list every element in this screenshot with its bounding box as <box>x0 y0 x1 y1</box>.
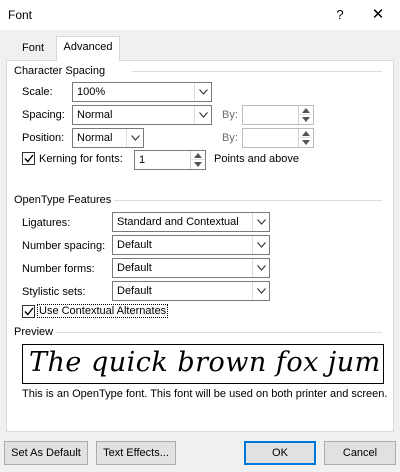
stylistic-sets-select[interactable]: Default <box>112 281 270 301</box>
preview-heading: Preview <box>14 326 54 338</box>
checkmark-icon <box>24 307 34 316</box>
text-effects-button[interactable]: Text Effects... <box>96 441 176 465</box>
kerning-size-input[interactable]: 1 <box>134 150 206 170</box>
position-select[interactable]: Normal <box>72 128 144 148</box>
contextual-alternates-checkbox[interactable] <box>22 305 35 318</box>
scale-select[interactable]: 100% <box>72 82 212 102</box>
position-value: Normal <box>77 132 113 144</box>
set-as-default-button[interactable]: Set As Default <box>4 441 88 465</box>
stylistic-sets-value: Default <box>117 285 152 297</box>
chevron-down-icon[interactable] <box>252 213 269 231</box>
tab-font-label: Font <box>21 42 44 54</box>
preview-note: This is an OpenType font. This font will… <box>22 388 388 400</box>
spacing-label: Spacing: <box>22 109 65 121</box>
spin-up-icon[interactable] <box>299 129 313 138</box>
spacing-by-label: By: <box>222 109 238 121</box>
ligatures-value: Standard and Contextual <box>117 216 239 228</box>
chevron-down-icon[interactable] <box>252 282 269 300</box>
kerning-spinner[interactable] <box>190 151 205 169</box>
kerning-value: 1 <box>139 154 146 166</box>
number-spacing-value: Default <box>117 239 152 251</box>
chevron-down-icon[interactable] <box>252 259 269 277</box>
tab-font[interactable]: Font <box>8 40 58 60</box>
ok-button[interactable]: OK <box>244 441 316 465</box>
number-spacing-select[interactable]: Default <box>112 235 270 255</box>
preview-box: The quick brown fox jum <box>22 344 384 384</box>
spin-down-icon[interactable] <box>191 160 205 169</box>
position-by-input[interactable] <box>242 128 314 148</box>
number-spacing-label: Number spacing: <box>22 240 106 252</box>
character-spacing-heading: Character Spacing <box>14 65 106 77</box>
kerning-checkbox[interactable] <box>22 152 35 165</box>
spacing-value: Normal <box>77 109 113 121</box>
position-by-label: By: <box>222 132 238 144</box>
spin-down-icon[interactable] <box>299 138 313 147</box>
opentype-heading: OpenType Features <box>14 194 112 206</box>
scale-value: 100% <box>77 86 106 98</box>
contextual-alternates-label[interactable]: Use Contextual Alternates <box>37 304 169 318</box>
spin-up-icon[interactable] <box>191 151 205 160</box>
chevron-down-icon[interactable] <box>194 83 211 101</box>
title-bar: Font ? ✕ <box>0 0 400 30</box>
kerning-label[interactable]: Kerning for fonts: <box>39 153 123 165</box>
spacing-select[interactable]: Normal <box>72 105 212 125</box>
position-label: Position: <box>22 132 65 144</box>
chevron-down-icon[interactable] <box>126 129 143 147</box>
spacing-by-input[interactable] <box>242 105 314 125</box>
chevron-down-icon[interactable] <box>252 236 269 254</box>
group-divider <box>114 200 382 201</box>
close-button[interactable]: ✕ <box>362 0 394 30</box>
spin-up-icon[interactable] <box>299 106 313 115</box>
checkmark-icon <box>24 154 34 163</box>
tab-advanced[interactable]: Advanced <box>56 36 120 61</box>
group-divider <box>132 71 382 72</box>
stylistic-sets-label: Stylistic sets: <box>22 286 86 298</box>
tab-advanced-label: Advanced <box>63 41 113 53</box>
preview-sample-text: The quick brown fox jum <box>29 347 381 378</box>
kerning-suffix: Points and above <box>214 153 300 165</box>
scale-label: Scale: <box>22 86 53 98</box>
ligatures-select[interactable]: Standard and Contextual <box>112 212 270 232</box>
window-title: Font <box>8 8 33 22</box>
cancel-button[interactable]: Cancel <box>324 441 396 465</box>
position-by-spinner[interactable] <box>298 129 313 147</box>
help-button[interactable]: ? <box>324 0 356 30</box>
number-forms-value: Default <box>117 262 152 274</box>
spacing-by-spinner[interactable] <box>298 106 313 124</box>
number-forms-select[interactable]: Default <box>112 258 270 278</box>
ligatures-label: Ligatures: <box>22 217 71 229</box>
number-forms-label: Number forms: <box>22 263 95 275</box>
chevron-down-icon[interactable] <box>194 106 211 124</box>
group-divider <box>56 332 382 333</box>
spin-down-icon[interactable] <box>299 115 313 124</box>
